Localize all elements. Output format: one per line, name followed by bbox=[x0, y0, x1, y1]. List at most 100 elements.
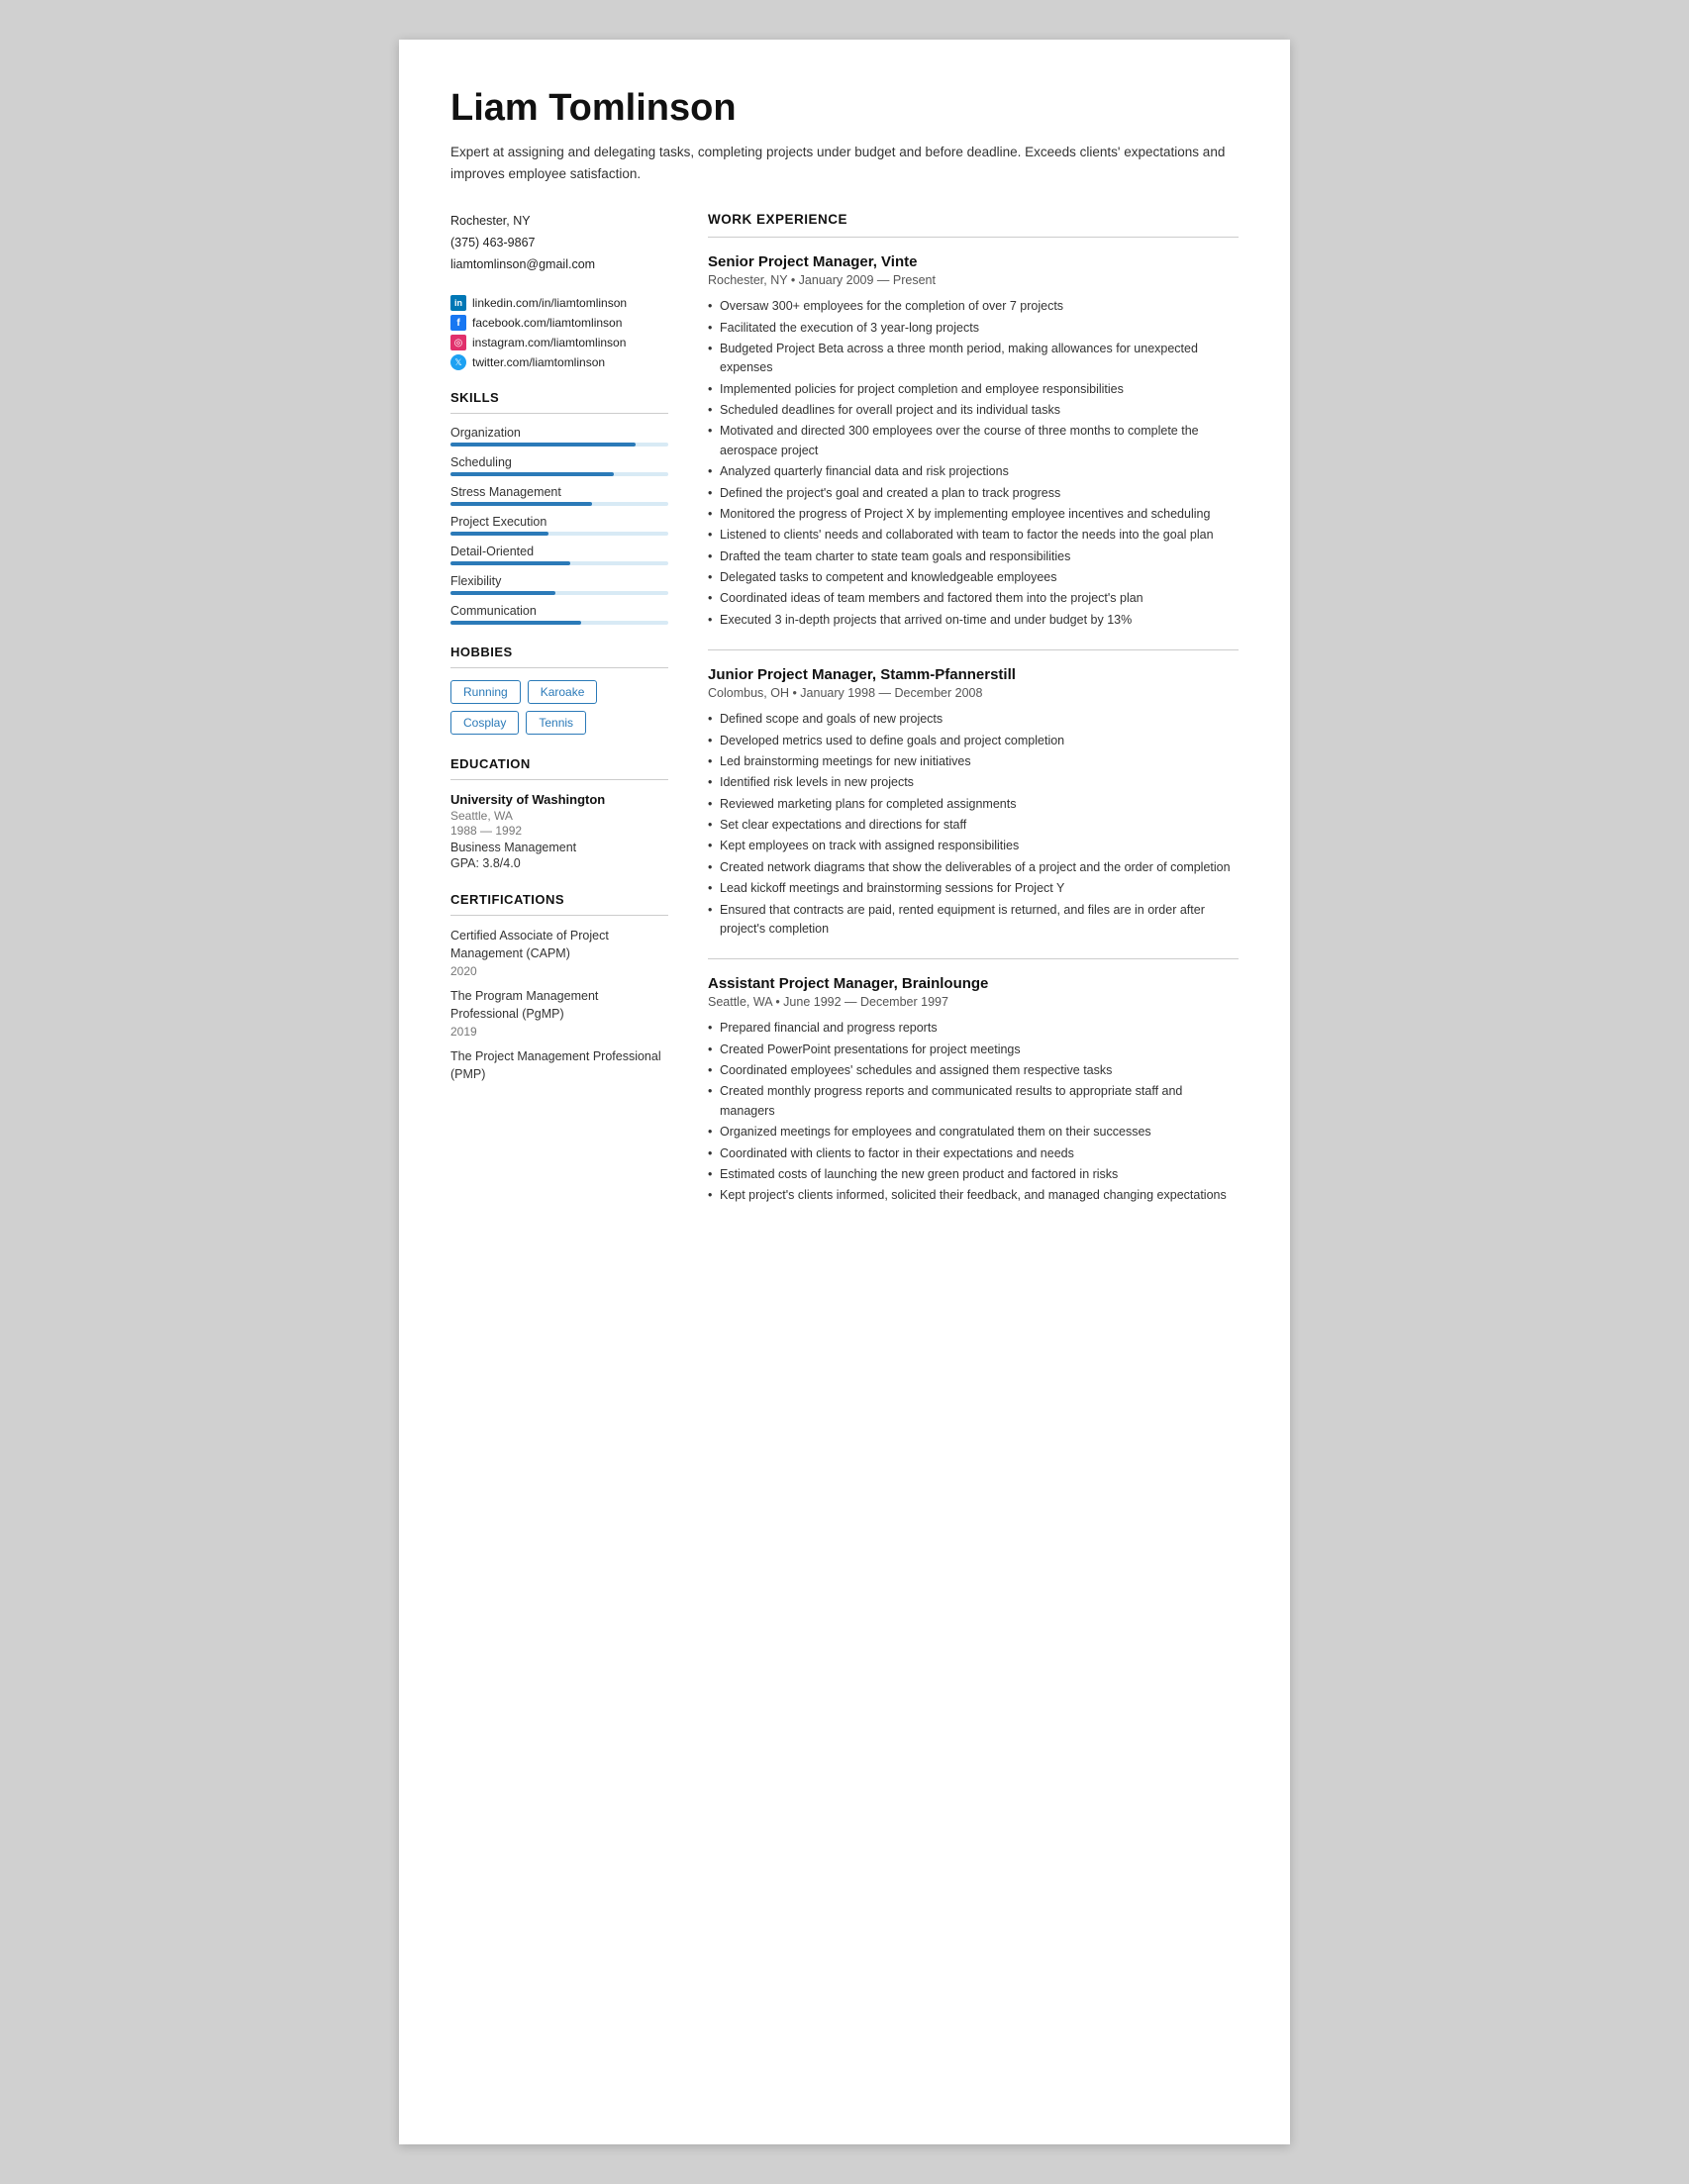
education-section-title: EDUCATION bbox=[450, 756, 668, 771]
job-bullet: Drafted the team charter to state team g… bbox=[708, 547, 1239, 566]
linkedin-url: linkedin.com/in/liamtomlinson bbox=[472, 296, 627, 310]
job-meta: Seattle, WA • June 1992 — December 1997 bbox=[708, 995, 1239, 1009]
skill-label: Organization bbox=[450, 426, 668, 440]
job-bullet: Led brainstorming meetings for new initi… bbox=[708, 752, 1239, 771]
job-bullet: Identified risk levels in new projects bbox=[708, 773, 1239, 792]
job-bullet: Budgeted Project Beta across a three mon… bbox=[708, 340, 1239, 378]
skills-list: Organization Scheduling Stress Managemen… bbox=[450, 426, 668, 625]
job-block: Assistant Project Manager, Brainlounge S… bbox=[708, 975, 1239, 1205]
hobbies-section-title: HOBBIES bbox=[450, 645, 668, 659]
twitter-item: 𝕏 twitter.com/liamtomlinson bbox=[450, 354, 668, 370]
job-bullet: Listened to clients' needs and collabora… bbox=[708, 526, 1239, 545]
skill-bar-fill bbox=[450, 532, 548, 536]
job-bullet: Facilitated the execution of 3 year-long… bbox=[708, 319, 1239, 338]
job-bullet: Prepared financial and progress reports bbox=[708, 1019, 1239, 1038]
certification-item: The Program Management Professional (PgM… bbox=[450, 988, 668, 1039]
linkedin-icon: in bbox=[450, 295, 466, 311]
skills-section-title: SKILLS bbox=[450, 390, 668, 405]
job-bullet: Monitored the progress of Project X by i… bbox=[708, 505, 1239, 524]
job-title: Assistant Project Manager, Brainlounge bbox=[708, 975, 1239, 992]
edu-years: 1988 — 1992 bbox=[450, 824, 668, 838]
job-meta: Colombus, OH • January 1998 — December 2… bbox=[708, 686, 1239, 700]
skill-row: Communication bbox=[450, 604, 668, 625]
edu-school: University of Washington bbox=[450, 792, 668, 807]
left-column: Rochester, NY (375) 463-9867 liamtomlins… bbox=[450, 212, 668, 1226]
job-bullets: Prepared financial and progress reports C… bbox=[708, 1019, 1239, 1205]
job-bullet: Coordinated employees' schedules and ass… bbox=[708, 1061, 1239, 1080]
job-bullet: Motivated and directed 300 employees ove… bbox=[708, 422, 1239, 460]
job-bullet: Oversaw 300+ employees for the completio… bbox=[708, 297, 1239, 316]
skill-label: Communication bbox=[450, 604, 668, 618]
skills-divider bbox=[450, 413, 668, 414]
job-section-divider bbox=[708, 649, 1239, 650]
contact-email: liamtomlinson@gmail.com bbox=[450, 255, 668, 274]
education-list: University of Washington Seattle, WA 198… bbox=[450, 792, 668, 870]
skill-label: Flexibility bbox=[450, 574, 668, 588]
two-column-layout: Rochester, NY (375) 463-9867 liamtomlins… bbox=[450, 212, 1239, 1226]
skill-bar-bg bbox=[450, 472, 668, 476]
facebook-item: f facebook.com/liamtomlinson bbox=[450, 315, 668, 331]
hobby-tag: Karoake bbox=[528, 680, 598, 704]
hobby-tag: Cosplay bbox=[450, 711, 519, 735]
work-experience-divider bbox=[708, 237, 1239, 238]
hobby-tag: Running bbox=[450, 680, 521, 704]
work-experience-title: WORK EXPERIENCE bbox=[708, 212, 1239, 227]
twitter-icon: 𝕏 bbox=[450, 354, 466, 370]
education-divider bbox=[450, 779, 668, 780]
skill-label: Project Execution bbox=[450, 515, 668, 529]
skill-bar-bg bbox=[450, 591, 668, 595]
instagram-item: ◎ instagram.com/liamtomlinson bbox=[450, 335, 668, 350]
job-bullet: Executed 3 in-depth projects that arrive… bbox=[708, 611, 1239, 630]
job-bullet: Implemented policies for project complet… bbox=[708, 380, 1239, 399]
skill-bar-bg bbox=[450, 532, 668, 536]
skill-bar-bg bbox=[450, 443, 668, 447]
cert-year: 2019 bbox=[450, 1025, 668, 1039]
job-bullet: Scheduled deadlines for overall project … bbox=[708, 401, 1239, 420]
edu-field: Business Management bbox=[450, 841, 668, 854]
skill-row: Stress Management bbox=[450, 485, 668, 506]
skill-bar-fill bbox=[450, 502, 592, 506]
linkedin-item: in linkedin.com/in/liamtomlinson bbox=[450, 295, 668, 311]
skill-bar-fill bbox=[450, 621, 581, 625]
education-item: University of Washington Seattle, WA 198… bbox=[450, 792, 668, 870]
certifications-section-title: CERTIFICATIONS bbox=[450, 892, 668, 907]
skill-bar-bg bbox=[450, 621, 668, 625]
contact-location: Rochester, NY bbox=[450, 212, 668, 231]
job-bullets: Oversaw 300+ employees for the completio… bbox=[708, 297, 1239, 630]
hobbies-grid: RunningKaroakeCosplayTennis bbox=[450, 680, 668, 735]
job-bullet: Coordinated with clients to factor in th… bbox=[708, 1144, 1239, 1163]
instagram-url: instagram.com/liamtomlinson bbox=[472, 336, 626, 349]
job-bullet: Created network diagrams that show the d… bbox=[708, 858, 1239, 877]
skill-label: Detail-Oriented bbox=[450, 545, 668, 558]
job-block: Junior Project Manager, Stamm-Pfannersti… bbox=[708, 666, 1239, 959]
skill-bar-fill bbox=[450, 443, 636, 447]
skill-bar-fill bbox=[450, 472, 614, 476]
contact-phone: (375) 463-9867 bbox=[450, 234, 668, 252]
cert-name: The Project Management Professional (PMP… bbox=[450, 1048, 668, 1083]
cert-name: The Program Management Professional (PgM… bbox=[450, 988, 668, 1023]
job-bullet: Kept employees on track with assigned re… bbox=[708, 837, 1239, 855]
skill-bar-fill bbox=[450, 591, 555, 595]
skill-row: Project Execution bbox=[450, 515, 668, 536]
job-bullet: Defined the project's goal and created a… bbox=[708, 484, 1239, 503]
job-bullet: Lead kickoff meetings and brainstorming … bbox=[708, 879, 1239, 898]
job-bullet: Kept project's clients informed, solicit… bbox=[708, 1186, 1239, 1205]
certifications-list: Certified Associate of Project Managemen… bbox=[450, 928, 668, 1083]
twitter-url: twitter.com/liamtomlinson bbox=[472, 355, 605, 369]
instagram-icon: ◎ bbox=[450, 335, 466, 350]
job-bullet: Analyzed quarterly financial data and ri… bbox=[708, 462, 1239, 481]
job-bullet: Coordinated ideas of team members and fa… bbox=[708, 589, 1239, 608]
hobbies-divider bbox=[450, 667, 668, 668]
job-bullet: Created monthly progress reports and com… bbox=[708, 1082, 1239, 1121]
skill-row: Detail-Oriented bbox=[450, 545, 668, 565]
skill-bar-bg bbox=[450, 502, 668, 506]
job-bullet: Organized meetings for employees and con… bbox=[708, 1123, 1239, 1142]
job-bullets: Defined scope and goals of new projectsD… bbox=[708, 710, 1239, 939]
edu-gpa: GPA: 3.8/4.0 bbox=[450, 856, 668, 870]
cert-name: Certified Associate of Project Managemen… bbox=[450, 928, 668, 962]
job-bullet: Developed metrics used to define goals a… bbox=[708, 732, 1239, 750]
contact-block: Rochester, NY (375) 463-9867 liamtomlins… bbox=[450, 212, 668, 273]
job-bullet: Created PowerPoint presentations for pro… bbox=[708, 1041, 1239, 1059]
job-meta: Rochester, NY • January 2009 — Present bbox=[708, 273, 1239, 287]
job-section-divider bbox=[708, 958, 1239, 959]
